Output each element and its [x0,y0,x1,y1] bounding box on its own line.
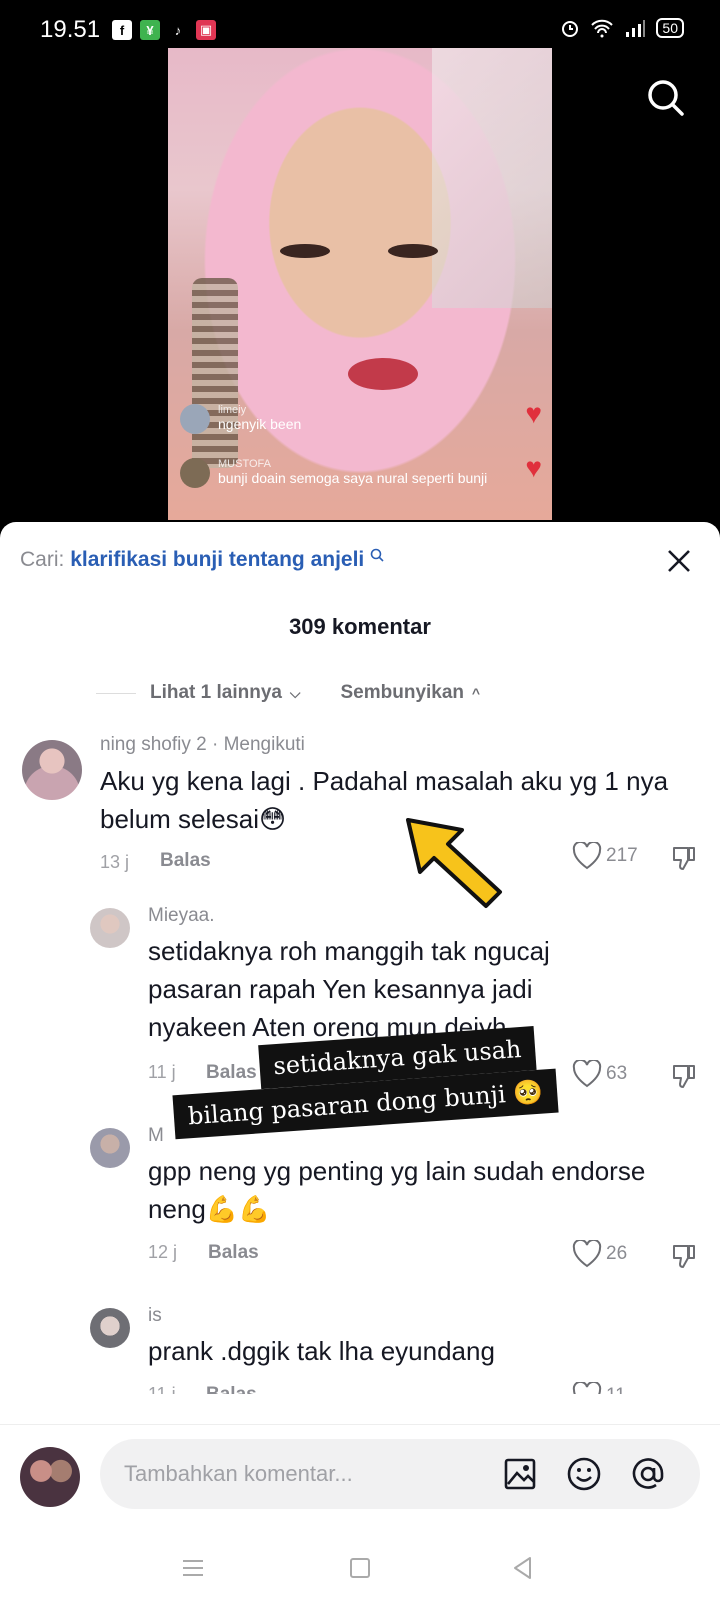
floating-heart-icon: ♥ [525,398,542,429]
like-button[interactable]: 11 [572,1382,626,1394]
comment-age: 11 j [148,1384,176,1394]
comment-item: is prank .dggik tak lha eyundang 11 j Ba… [0,522,720,1394]
signal-icon [626,20,646,37]
live-comment-text: ngenyik been [218,416,302,432]
avatar [180,458,210,488]
live-comment-text: bunji doain semoga saya nural seperti bu… [218,470,488,486]
screen-recorder-icon: ▣ [196,20,216,40]
search-icon[interactable] [646,78,686,118]
video-eye-right [388,244,438,258]
comment-user[interactable]: is [148,1305,162,1327]
video-lips [348,358,418,390]
status-system-icons: 50 [560,18,684,38]
alarm-icon [562,21,579,37]
live-comment: limeiy ngenyik been [180,404,301,434]
floating-heart-icon: ♥ [525,452,542,483]
like-count: 11 [606,1385,626,1394]
back-icon[interactable] [510,1555,536,1581]
avatar[interactable] [90,1308,130,1348]
status-app-icons: f ¥ ♪ ▣ [112,20,216,40]
live-video[interactable]: limeiy ngenyik been MUSTOFA bunji doain … [168,48,552,520]
home-icon[interactable] [347,1555,373,1581]
live-comment: MUSTOFA bunji doain semoga saya nural se… [180,458,487,488]
live-comment-user: MUSTOFA [218,458,271,470]
status-time: 19.51 [40,16,101,43]
comment-composer: Tambahkan komentar... [0,1424,720,1600]
video-background [432,48,552,308]
comment-input[interactable]: Tambahkan komentar... [100,1439,700,1509]
video-jewelry [192,278,238,468]
system-nav-bar [0,1535,720,1600]
avatar[interactable] [20,1447,80,1507]
live-comment-user: limeiy [218,404,247,416]
battery-indicator: 50 [656,18,684,38]
wifi-icon [591,19,614,38]
comment-text: prank .dggik tak lha eyundang [148,1336,495,1366]
menu-icon[interactable] [180,1555,206,1581]
sim-toolkit-icon: ¥ [140,20,160,40]
avatar [180,404,210,434]
reply-button[interactable]: Balas [206,1384,257,1394]
heart-icon [572,1382,602,1394]
mention-icon[interactable] [630,1456,666,1492]
annotation-arrow-icon [406,818,502,908]
image-icon[interactable] [502,1456,538,1492]
comment-input-placeholder: Tambahkan komentar... [124,1461,353,1486]
video-eye-left [280,244,330,258]
emoji-icon[interactable] [566,1456,602,1492]
tiktok-icon: ♪ [174,22,182,38]
facebook-icon: f [112,20,132,40]
